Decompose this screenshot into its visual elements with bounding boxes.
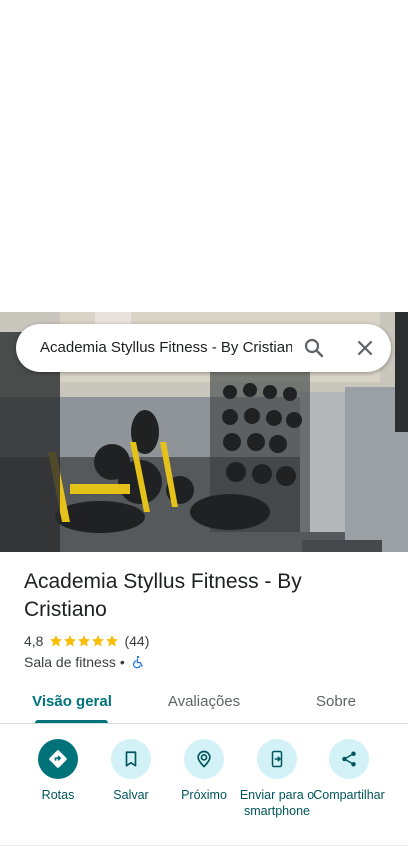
tab-reviews[interactable]: Avaliações — [158, 680, 250, 724]
star-icon — [78, 635, 91, 647]
share-button[interactable]: Compartilhar — [309, 739, 389, 803]
wheelchair-icon — [132, 655, 143, 669]
star-icon — [106, 635, 119, 647]
place-title: Academia Styllus Fitness - By Cristiano — [24, 570, 302, 621]
separator: • — [119, 654, 125, 670]
tab-about[interactable]: Sobre — [298, 680, 374, 724]
star-icon — [64, 635, 77, 647]
nearby-label: Próximo — [181, 788, 227, 802]
star-icon — [92, 635, 105, 647]
send-to-phone-button[interactable]: Enviar para o smartphone — [237, 739, 317, 819]
nearby-button[interactable]: Próximo — [164, 739, 244, 803]
nearby-icon — [197, 750, 211, 768]
bookmark-icon — [125, 751, 137, 767]
search-icon[interactable] — [302, 336, 326, 360]
tab-overview[interactable]: Visão geral — [26, 680, 118, 724]
share-label: Compartilhar — [313, 788, 385, 802]
search-input[interactable]: Academia Styllus Fitness - By Cristiano — [40, 324, 292, 372]
share-icon — [342, 751, 356, 767]
category-row: Sala de fitness • — [24, 653, 145, 671]
close-icon[interactable] — [353, 336, 377, 360]
directions-label: Rotas — [41, 788, 75, 802]
rating-value: 4,8 — [24, 633, 44, 649]
send-to-phone-icon — [271, 750, 283, 768]
save-label: Salvar — [113, 788, 149, 802]
directions-button[interactable]: Rotas — [18, 739, 98, 803]
review-count: (44) — [124, 633, 150, 649]
category-label: Sala de fitness — [24, 654, 116, 670]
directions-icon — [49, 750, 67, 768]
star-icon — [50, 635, 63, 647]
save-button[interactable]: Salvar — [91, 739, 171, 803]
send-to-phone-label: Enviar para o smartphone — [239, 788, 315, 818]
tab-bar: Visão geral Avaliações Sobre — [0, 680, 408, 724]
search-bar[interactable]: Academia Styllus Fitness - By Cristiano — [16, 324, 391, 372]
rating-stars — [49, 634, 119, 648]
rating-row[interactable]: 4,8 (44) — [24, 632, 149, 650]
bottom-divider — [0, 845, 408, 846]
tabs-divider — [0, 723, 408, 724]
